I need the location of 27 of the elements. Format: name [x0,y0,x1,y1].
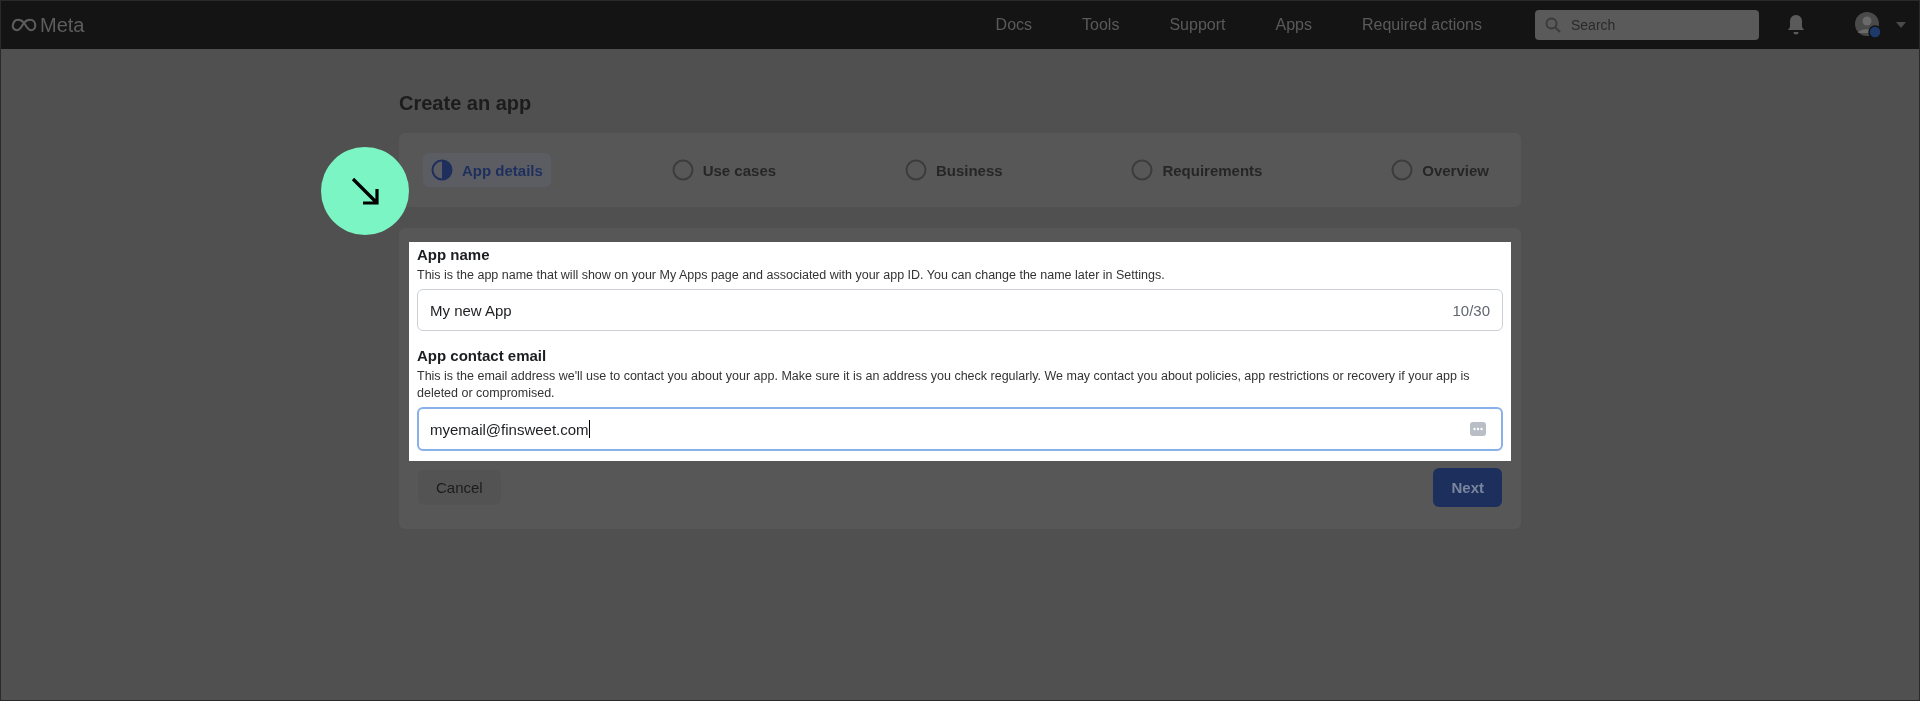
nav-link[interactable]: Tools [1057,16,1145,34]
dots-icon[interactable] [1470,422,1486,436]
field-help: This is the email address we'll use to contact you about your app. Make sure it is an address you check regularly. We may contact you about policies, app restrictions or recovery if your app is deleted or compromised. [417,368,1471,402]
nav-link[interactable]: Apps [1250,16,1337,34]
field-label: App contact email [417,347,548,364]
step-circle-icon [1391,159,1414,181]
arrow-circle-icon [321,147,409,235]
step-circle-icon [904,159,927,181]
input-field[interactable]: My new App 10/30 [417,289,1503,331]
field-help: This is the app name that will show on your My Apps page and associated with your app ID. You can change the name later in Settings. [417,267,1166,284]
search-icon [1545,17,1561,33]
logo-text[interactable]: Meta [40,13,85,37]
step-tab[interactable]: App details [423,153,551,187]
character-counter: 10/30 [1452,301,1490,319]
next-button[interactable]: Next [1433,468,1502,507]
step-circle-icon [431,159,453,181]
bell-icon[interactable] [1786,14,1806,36]
caret-icon[interactable] [1896,22,1906,28]
input-field[interactable]: myemail@finsweet.com [417,407,1503,451]
nav-link[interactable]: Required actions [1336,16,1507,34]
field-label: App name [417,246,491,263]
infinity-logo-icon [11,18,37,32]
step-circle-icon [1131,159,1154,181]
avatar-icon[interactable] [1854,11,1882,39]
nav-link[interactable]: Support [1144,16,1251,34]
step-circle-icon [671,159,694,181]
nav-link[interactable]: Docs [970,16,1058,34]
